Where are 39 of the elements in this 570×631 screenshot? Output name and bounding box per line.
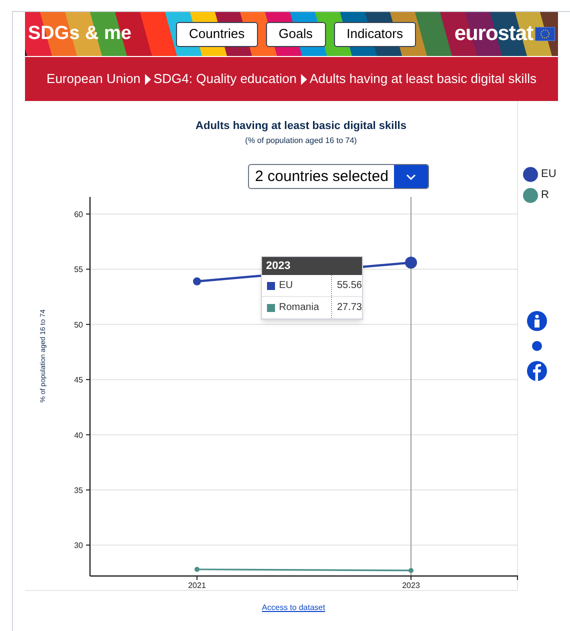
legend-label[interactable]: R — [541, 187, 549, 204]
x-tick-label: 2021 — [188, 581, 206, 590]
nav-button[interactable]: Indicators — [334, 22, 416, 46]
facebook-icon[interactable] — [527, 361, 547, 381]
y-tick-label: 35 — [74, 486, 83, 495]
chart-title: Adults having at least basic digital skills — [194, 120, 408, 133]
legend-label[interactable]: EU — [541, 166, 556, 183]
info-icon[interactable] — [527, 311, 547, 331]
tooltip-series-label: Romania — [279, 301, 320, 315]
chevron-right-icon — [300, 74, 307, 84]
chevron-right-icon — [144, 74, 150, 84]
data-point[interactable] — [193, 277, 201, 286]
dropdown-toggle[interactable] — [394, 165, 428, 188]
y-tick-label: 60 — [74, 210, 83, 220]
data-point[interactable] — [194, 566, 200, 572]
data-point[interactable] — [408, 568, 414, 573]
breadcrumb-link[interactable]: Adults having at least basic digital skills — [310, 69, 536, 89]
data-point[interactable] — [405, 256, 417, 269]
y-tick-label: 55 — [74, 265, 83, 274]
dropdown-value: 2 countries selected — [254, 167, 390, 187]
x-tick-label: 2023 — [402, 581, 420, 590]
nav-button[interactable]: Goals — [266, 22, 326, 46]
tooltip-series-label: EU — [279, 279, 294, 293]
tooltip-value: 55.56 — [330, 275, 362, 296]
y-tick-label: 50 — [74, 320, 83, 330]
nav-button[interactable]: Countries — [176, 22, 258, 46]
country-dropdown[interactable]: 2 countries selected — [248, 164, 430, 189]
tooltip-title: 2023 — [262, 257, 362, 275]
breadcrumb-link[interactable]: European Union — [46, 69, 140, 89]
chart-subtitle: (% of population aged 16 to 74) — [244, 135, 358, 147]
chevron-down-icon — [406, 174, 416, 180]
y-tick-label: 40 — [74, 430, 83, 440]
dataset-link[interactable]: Access to dataset — [262, 602, 326, 614]
dot-icon[interactable] — [532, 341, 542, 351]
y-tick-label: 45 — [74, 376, 83, 385]
eu-flag-icon — [535, 27, 555, 41]
breadcrumb-link[interactable]: SDG4: Quality education — [154, 69, 297, 89]
tooltip-value: 27.73 — [330, 297, 362, 318]
y-tick-label: 30 — [74, 541, 83, 550]
